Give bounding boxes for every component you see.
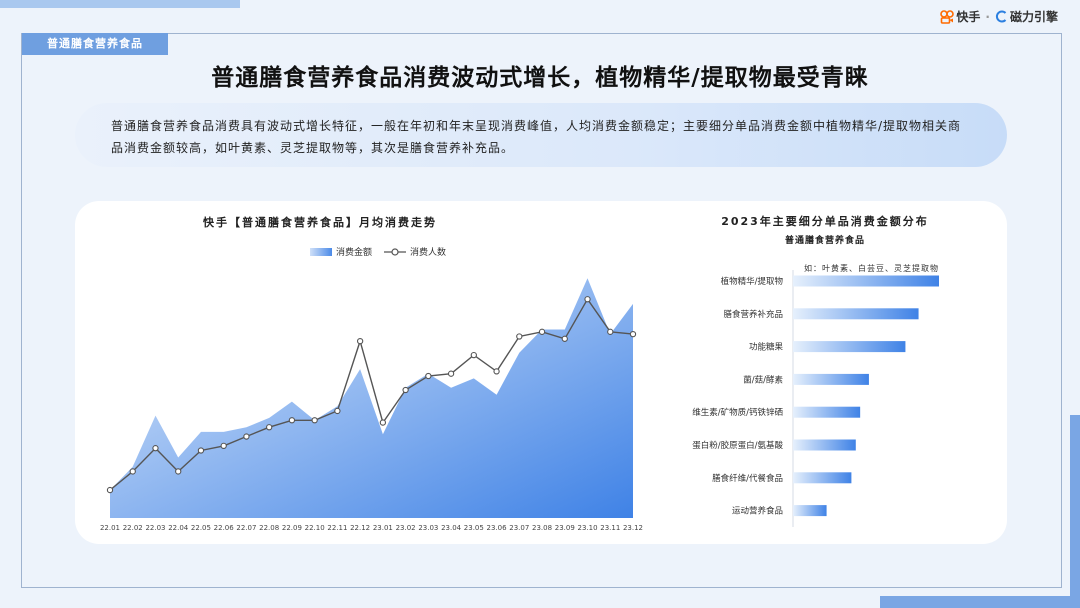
brand-kuaishou: 快手 bbox=[956, 10, 981, 24]
legend-swatch-amount bbox=[310, 247, 332, 256]
decor-top-bar bbox=[0, 0, 240, 8]
brand-separator: · bbox=[985, 9, 990, 24]
legend-swatch-users bbox=[384, 247, 407, 256]
bar-chart-title: 2023年主要细分单品消费金额分布 bbox=[721, 215, 929, 228]
legend-label-amount: 消费金额 bbox=[336, 248, 373, 258]
trend-chart-title: 快手【普通膳食营养食品】月均消费走势 bbox=[203, 216, 437, 229]
chart-card bbox=[75, 201, 1007, 544]
summary-text: 普通膳食营养食品消费具有波动式增长特征，一般在年初和年末呈现消费峰值，人均消费金… bbox=[75, 103, 1007, 167]
decor-bottom-bar bbox=[880, 596, 1080, 608]
legend-label-users: 消费人数 bbox=[410, 248, 447, 258]
bar-chart-subtitle: 普通膳食营养食品 bbox=[784, 236, 865, 246]
brand-logo: 快手 · 磁力引擎 bbox=[940, 8, 1058, 25]
section-tag: 普通膳食营养食品 bbox=[22, 33, 168, 55]
page-title: 普通膳食营养食品消费波动式增长，植物精华/提取物最受青睐 bbox=[211, 65, 869, 91]
bar-chart-annotation: 如：叶黄素、白芸豆、灵芝提取物 bbox=[804, 264, 939, 273]
decor-right-bar bbox=[1070, 415, 1080, 608]
cili-engine-icon bbox=[995, 10, 1007, 23]
kuaishou-icon bbox=[940, 9, 955, 24]
brand-engine: 磁力引擎 bbox=[1009, 10, 1058, 24]
trend-chart-legend: 消费金额 消费人数 bbox=[310, 245, 446, 258]
